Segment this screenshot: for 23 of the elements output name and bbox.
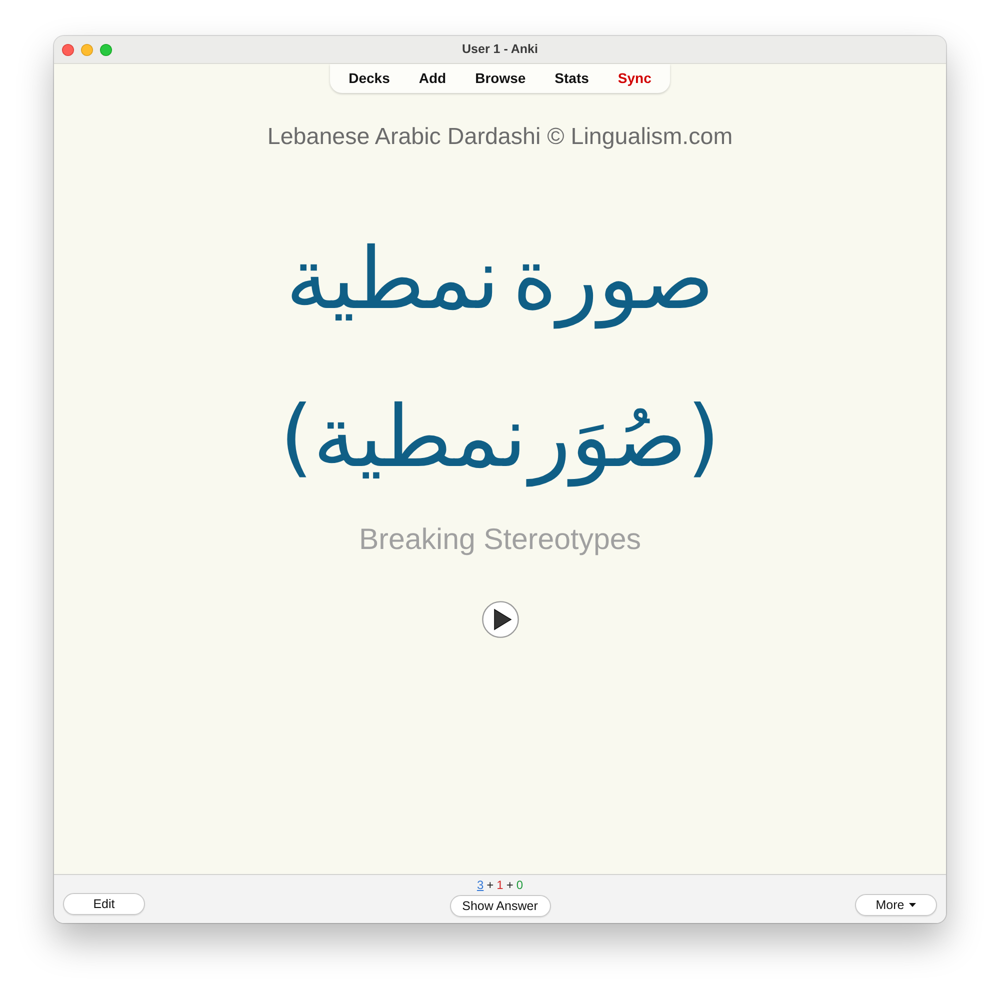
caret-icon <box>909 903 916 907</box>
toolbar-link[interactable]: Sync <box>603 64 666 93</box>
close-icon[interactable] <box>62 44 74 56</box>
card-count: 0 <box>516 879 524 892</box>
play-icon[interactable] <box>482 601 518 638</box>
toolbar-link[interactable]: Browse <box>460 64 540 93</box>
count-separator: + <box>506 879 514 892</box>
more-button[interactable]: More <box>855 894 937 916</box>
card-count: 3 <box>476 879 484 892</box>
count-separator: + <box>486 879 494 892</box>
edit-button[interactable]: Edit <box>63 893 145 915</box>
card-count: 1 <box>496 879 504 892</box>
card-subtitle: Breaking Stereotypes <box>358 522 642 557</box>
toolbar-link[interactable]: Add <box>404 64 461 93</box>
show-answer-button[interactable]: Show Answer <box>450 895 550 917</box>
toolbar-link[interactable]: Decks <box>334 64 404 93</box>
minimize-icon[interactable] <box>81 44 93 56</box>
card-heading: Lebanese Arabic Dardashi © Lingualism.com <box>267 123 733 149</box>
arabic-text: صورة نمطية <box>286 229 714 330</box>
arabic-text: (صُوَر نمطية) <box>280 387 720 488</box>
maximize-icon[interactable] <box>100 44 112 56</box>
window-title: User 1 - Anki <box>462 41 538 58</box>
toolbar-link[interactable]: Stats <box>540 64 604 93</box>
